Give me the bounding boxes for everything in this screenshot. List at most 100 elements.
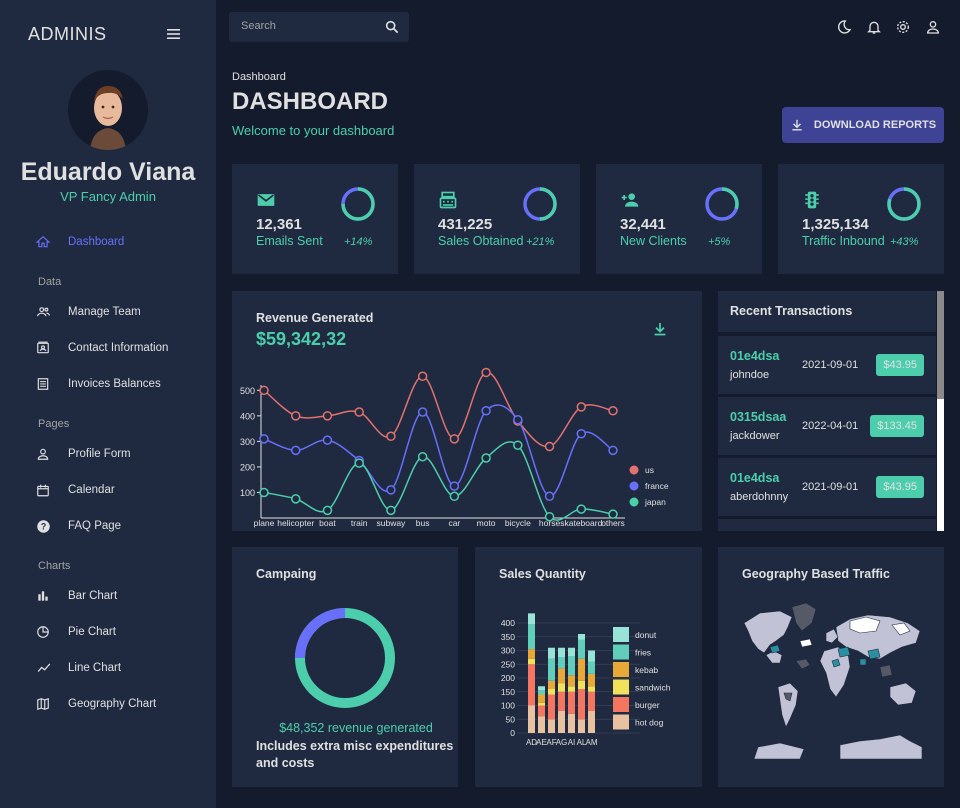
bar-segment (588, 673, 595, 687)
person-icon (37, 448, 49, 460)
sidebar-item-calendar[interactable]: Calendar (36, 478, 115, 502)
transaction-row[interactable]: 01e4dsa johndoe 2021-09-01 $43.95 (718, 336, 936, 394)
sidebar-item-bar-chart[interactable]: Bar Chart (36, 584, 117, 608)
search-input[interactable]: Search (229, 12, 409, 42)
legend-label: donut (635, 630, 657, 640)
campaign-progress-circle (295, 608, 395, 708)
bar-segment (578, 689, 585, 720)
line-chart-icon (37, 663, 51, 672)
x-tick-label: plane (254, 518, 275, 528)
data-point (608, 406, 618, 416)
notifications-icon[interactable] (866, 19, 882, 35)
legend-label: us (645, 465, 654, 475)
transaction-row[interactable]: 01e4dsa aberdohnny 2021-09-01 $43.95 (718, 458, 936, 516)
team-icon (37, 307, 50, 317)
sidebar-item-label: FAQ Page (68, 520, 122, 532)
dark-mode-icon[interactable] (836, 19, 852, 35)
sidebar-item-label: Bar Chart (68, 590, 118, 602)
bar-segment (578, 634, 585, 640)
data-point (417, 451, 428, 462)
user-role: VP Fancy Admin (60, 189, 156, 204)
data-point (481, 367, 491, 378)
transaction-user: aberdohnny (730, 491, 789, 503)
bar-segment (558, 683, 565, 692)
x-tick-label: AG (556, 738, 568, 747)
bar-segment (588, 650, 595, 662)
bar-segment (548, 647, 555, 659)
menu-icon[interactable] (163, 25, 183, 43)
sidebar-item-line-chart[interactable]: Line Chart (36, 656, 121, 680)
bar-segment (588, 691, 595, 711)
legend-label: france (645, 481, 669, 491)
sidebar-item-label: Profile Form (68, 448, 131, 460)
legend-swatch (613, 662, 629, 677)
help-icon: ? (37, 519, 50, 533)
sidebar-item-label: Geography Chart (68, 698, 157, 710)
transaction-user: jackdower (730, 430, 780, 442)
sidebar-item-faq[interactable]: ? FAQ Page (36, 514, 121, 538)
x-tick-label: AE (536, 738, 547, 747)
download-reports-button[interactable]: DOWNLOAD REPORTS (782, 107, 944, 143)
sidebar-item-label: Pie Chart (68, 626, 116, 638)
transaction-cost: $43.95 (876, 354, 924, 376)
sidebar-item-invoices[interactable]: Invoices Balances (36, 372, 161, 396)
progress-ring (341, 187, 375, 221)
legend-swatch (629, 481, 639, 491)
progress-ring (523, 187, 557, 221)
bar-segment (528, 705, 535, 733)
avatar[interactable] (68, 70, 148, 150)
sidebar-item-geography-chart[interactable]: Geography Chart (36, 692, 156, 716)
stat-card-traffic: 1,325,134 Traffic Inbound +43% (778, 164, 944, 274)
campaign-card: Campaing $48,352 revenue generated Inclu… (232, 547, 458, 787)
bar-segment (538, 705, 545, 717)
map-icon (37, 697, 49, 711)
sidebar-item-manage-team[interactable]: Manage Team (36, 300, 141, 324)
sidebar-item-label: Contact Information (68, 342, 169, 354)
series-line-us (263, 371, 614, 448)
bar-segment (568, 686, 575, 692)
transaction-row[interactable] (718, 519, 936, 531)
bar-segment (548, 719, 555, 733)
x-tick-label: AI (568, 738, 576, 747)
x-tick-label: moto (477, 518, 496, 528)
profile-icon[interactable] (925, 19, 941, 35)
y-tick-label: 400 (240, 411, 255, 421)
y-tick-label: 300 (501, 646, 515, 656)
sidebar-item-dashboard[interactable]: Dashboard (36, 230, 124, 254)
x-tick-label: helicopter (277, 518, 314, 528)
transaction-row[interactable]: 0315dsaa jackdower 2022-04-01 $133.45 (718, 397, 936, 455)
sidebar-item-pie-chart[interactable]: Pie Chart (36, 620, 116, 644)
stat-value: 1,325,134 (802, 216, 869, 233)
calendar-icon (37, 484, 49, 496)
traffic-icon (805, 191, 819, 209)
stat-increase: +14% (344, 236, 373, 248)
search-icon[interactable] (384, 19, 400, 35)
legend-label: burger (635, 700, 660, 710)
section-pages: Pages (38, 418, 70, 430)
download-reports-label: DOWNLOAD REPORTS (813, 119, 937, 131)
bar-segment (528, 664, 535, 706)
user-name: Eduardo Viana (20, 158, 196, 186)
y-tick-label: 350 (501, 632, 515, 642)
y-tick-label: 150 (501, 687, 515, 697)
progress-ring (887, 187, 921, 221)
campaign-revenue: $48,352 revenue generated (279, 721, 433, 735)
data-point (290, 411, 301, 421)
transactions-header: Recent Transactions (718, 291, 936, 332)
scrollbar-thumb[interactable] (937, 291, 944, 399)
data-point (386, 485, 396, 495)
sidebar-item-contacts[interactable]: Contact Information (36, 336, 168, 360)
settings-icon[interactable] (895, 19, 911, 35)
svg-text:?: ? (41, 521, 46, 531)
bar-segment (568, 713, 575, 733)
sales-card: Sales Quantity 0 50 100 150 200 250 300 350 400 A… (475, 547, 702, 787)
data-point (386, 431, 396, 442)
bar-segment (588, 661, 595, 674)
legend-label: kebab (635, 665, 658, 675)
data-point (259, 487, 269, 498)
campaign-title: Campaing (256, 567, 317, 581)
stat-increase: +21% (526, 236, 555, 248)
data-point (449, 434, 460, 444)
transaction-cost: $43.95 (876, 476, 924, 498)
sidebar-item-profile-form[interactable]: Profile Form (36, 442, 131, 466)
